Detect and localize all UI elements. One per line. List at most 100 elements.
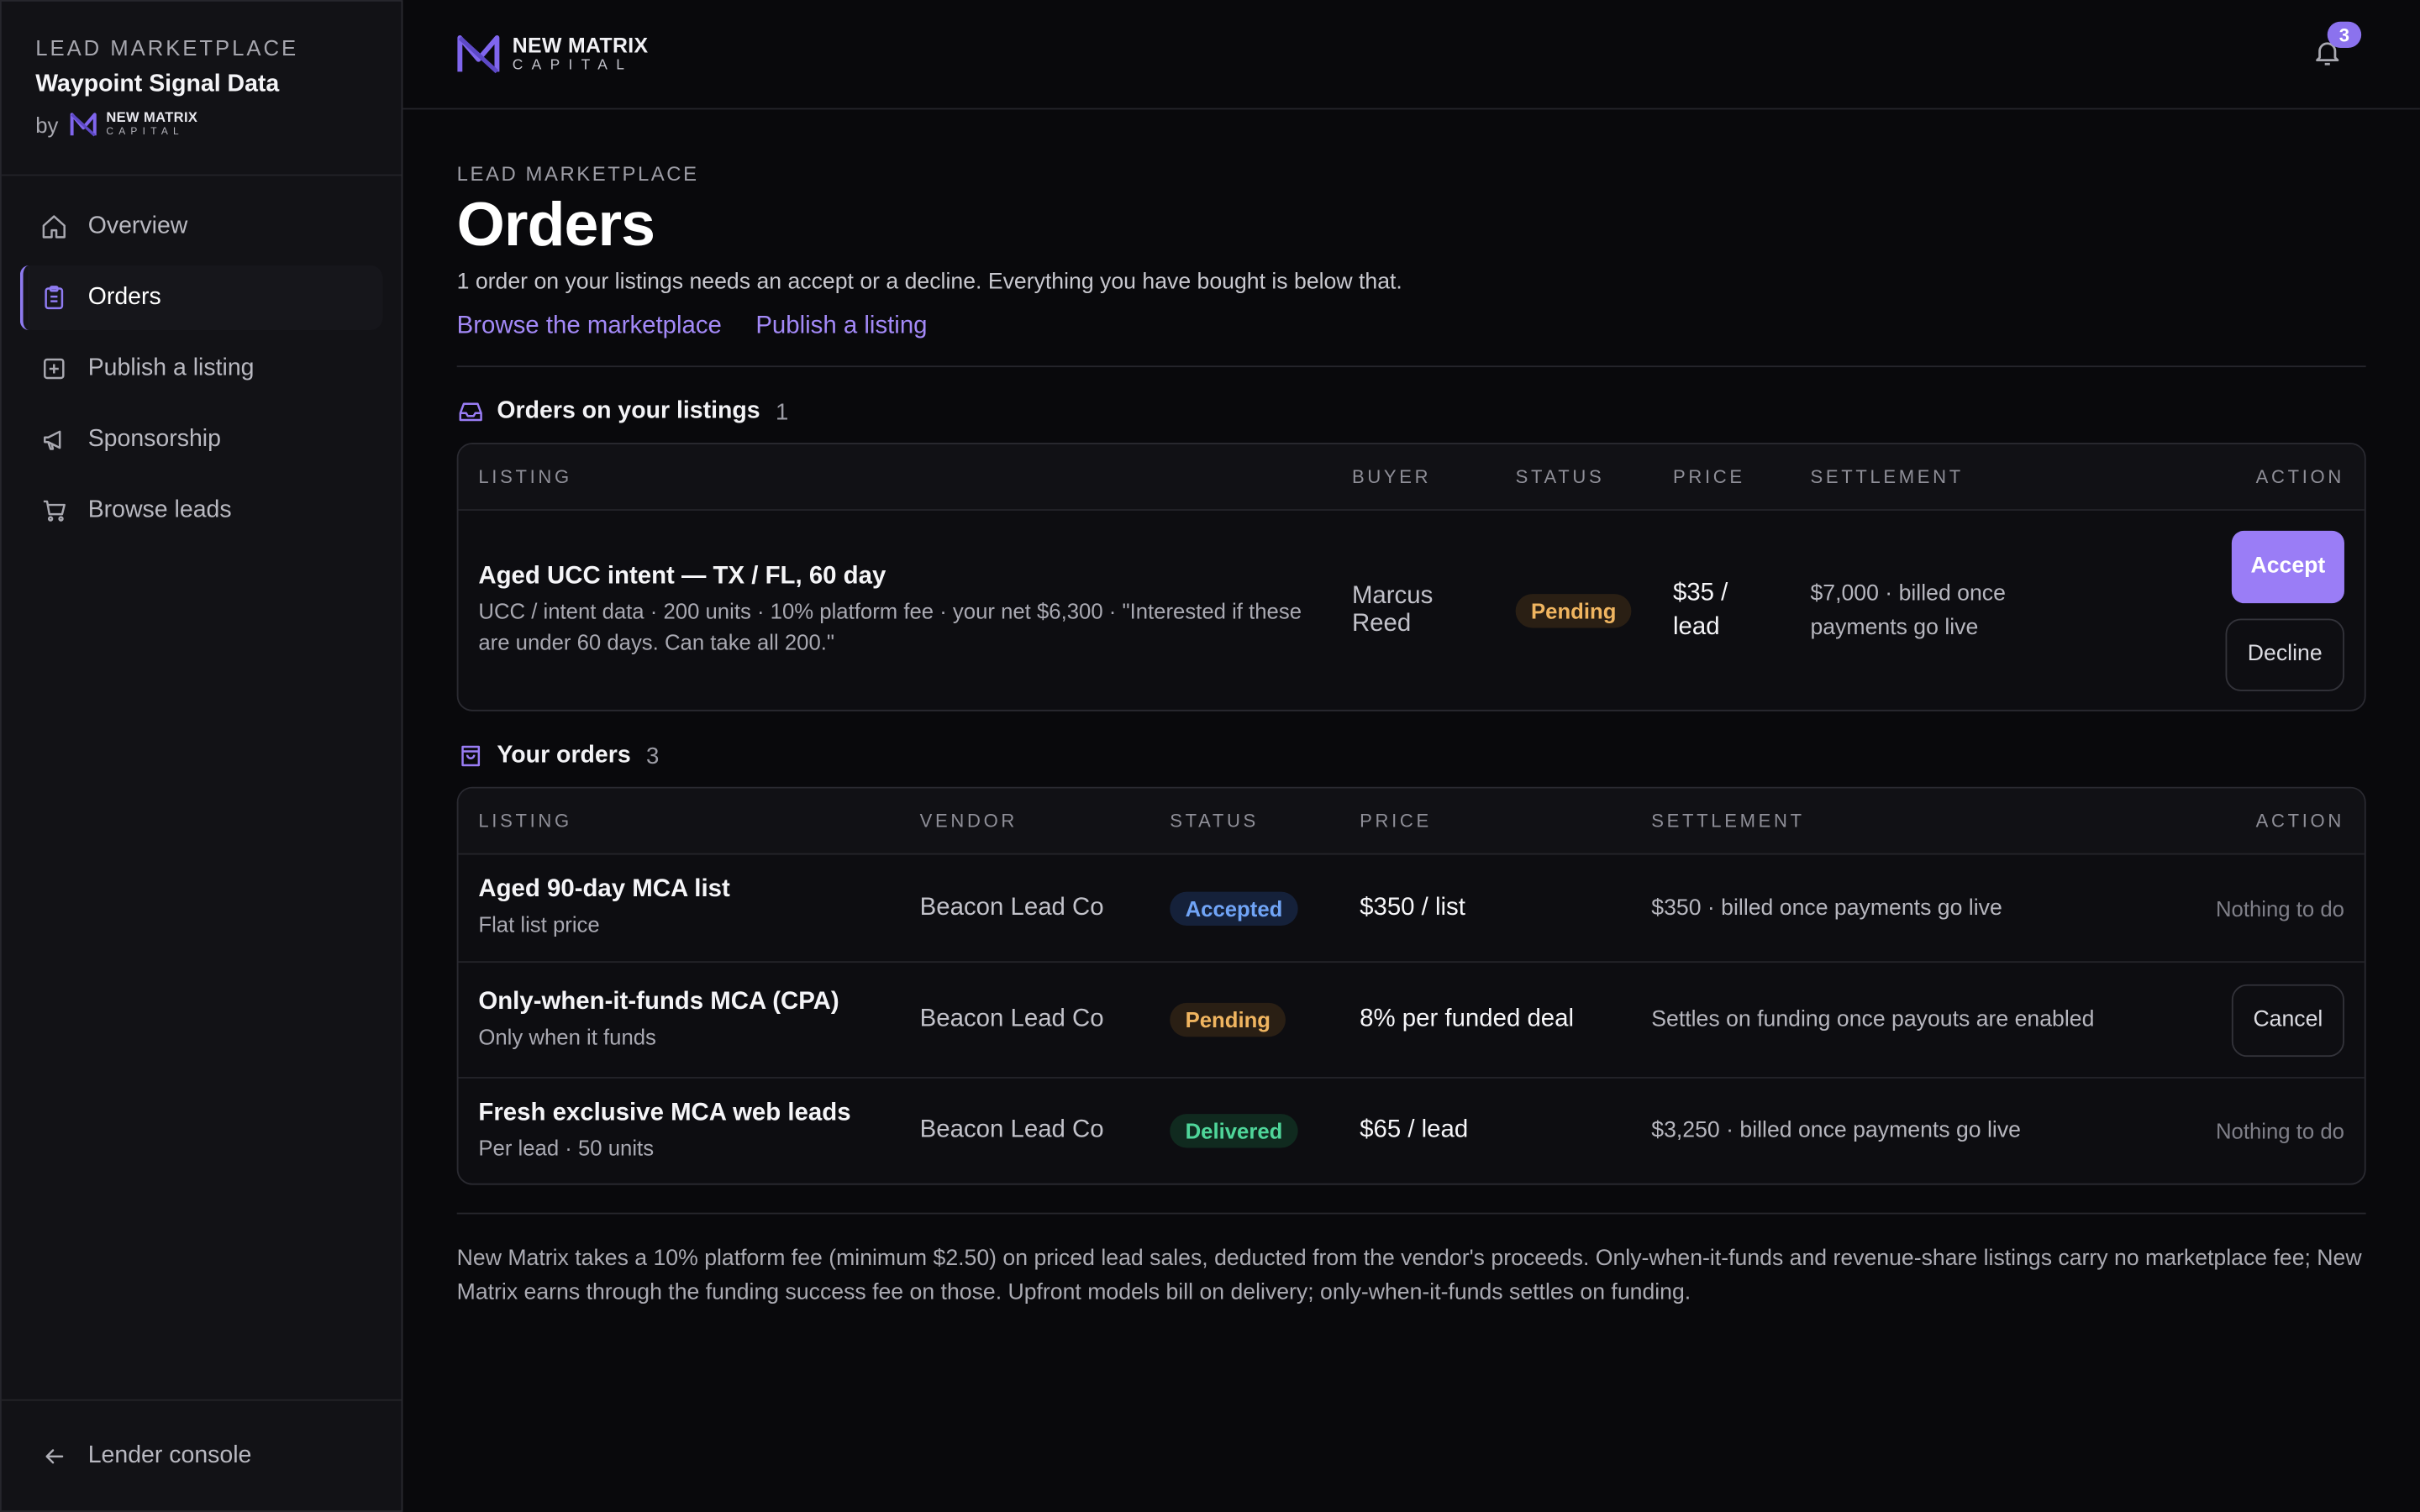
vendor-name: Beacon Lead Co: [919, 894, 1104, 921]
col-settlement: SETTLEMENT: [1810, 465, 1964, 488]
clipboard-icon: [39, 282, 70, 313]
new-matrix-mini-logo: NEW MATRIX CAPITAL: [69, 110, 197, 138]
section-orders-on-listings: Orders on your listings 1: [457, 398, 2366, 426]
status-cell: Pending: [1515, 593, 1673, 627]
matrix-logo-icon: [70, 112, 97, 136]
price-value: $65 / lead: [1360, 1116, 1469, 1143]
col-settlement: SETTLEMENT: [1651, 810, 1805, 832]
mini-logo-line2: CAPITAL: [106, 126, 184, 138]
settlement-value: $7,000 · billed once payments go live: [1810, 580, 2006, 640]
table-header: LISTING VENDOR STATUS PRICE SETTLEMENT A…: [458, 788, 2365, 853]
sidebar-item-label: Sponsorship: [87, 425, 221, 453]
sidebar-item-overview[interactable]: Overview: [20, 194, 383, 259]
status-cell: Pending: [1170, 1002, 1360, 1037]
cancel-button[interactable]: Cancel: [2231, 983, 2344, 1057]
listing-title: Aged 90-day MCA list: [478, 876, 730, 903]
table-row: Aged UCC intent — TX / FL, 60 day UCC / …: [458, 509, 2365, 710]
vendor-name: Beacon Lead Co: [919, 1116, 1104, 1143]
sidebar-item-label: Browse leads: [87, 496, 232, 523]
inbox-icon: [459, 402, 482, 422]
app-root: LEAD MARKETPLACE Waypoint Signal Data by…: [0, 0, 2420, 1512]
arrow-left-icon: [39, 1441, 70, 1472]
by-label: by: [35, 112, 59, 138]
table-row: Only-when-it-funds MCA (CPA) Only when i…: [458, 961, 2365, 1077]
listing-title: Fresh exclusive MCA web leads: [478, 1099, 851, 1126]
page-title: Orders: [456, 191, 655, 260]
col-listing: LISTING: [478, 465, 572, 488]
listing-orders-table: LISTING BUYER STATUS PRICE SETTLEMENT AC…: [456, 443, 2366, 711]
action-text: Nothing to do: [2215, 1118, 2344, 1143]
page-lede: 1 order on your listings needs an accept…: [456, 270, 1402, 295]
action-cell: Cancel: [2160, 983, 2344, 1057]
sidebar-item-label: Overview: [87, 213, 188, 239]
lender-console-label: Lender console: [87, 1441, 252, 1468]
page-links: Browse the marketplace Publish a listing: [457, 313, 2366, 341]
sidebar-item-orders[interactable]: Orders: [19, 265, 383, 331]
shopping-bag-icon: [461, 745, 481, 767]
col-status: STATUS: [1515, 465, 1605, 488]
megaphone-icon: [39, 424, 70, 455]
listing-title: Aged UCC intent — TX / FL, 60 day: [478, 563, 886, 590]
workspace-name: Waypoint Signal Data: [35, 71, 280, 97]
logo-line1: NEW MATRIX: [512, 33, 649, 57]
topbar: NEW MATRIX CAPITAL 3: [402, 0, 2420, 110]
col-action: ACTION: [2255, 465, 2344, 488]
price-value: $350 / list: [1360, 894, 1465, 921]
vendor-name: Beacon Lead Co: [919, 1005, 1104, 1032]
sidebar-brand: LEAD MARKETPLACE Waypoint Signal Data by…: [1, 2, 402, 176]
action-text: Nothing to do: [2215, 895, 2344, 921]
sidebar-item-browse-leads[interactable]: Browse leads: [20, 478, 383, 543]
price-value: $35 / lead: [1672, 579, 1728, 640]
notification-count-badge: 3: [2327, 21, 2362, 48]
cart-icon: [39, 496, 70, 527]
col-listing: LISTING: [478, 810, 572, 832]
lender-console-link[interactable]: Lender console: [20, 1423, 383, 1488]
listing-subtitle: Flat list price: [478, 911, 600, 937]
sidebar-item-label: Orders: [87, 283, 161, 311]
listing-cell: Fresh exclusive MCA web leads Per lead ·…: [478, 1100, 919, 1163]
divider: [456, 365, 2366, 368]
decline-button[interactable]: Decline: [2225, 617, 2344, 690]
status-cell: Delivered: [1170, 1114, 1360, 1148]
action-cell: Accept Decline: [2119, 529, 2344, 690]
sidebar-item-sponsorship[interactable]: Sponsorship: [20, 407, 383, 472]
table-header: LISTING BUYER STATUS PRICE SETTLEMENT AC…: [458, 444, 2365, 510]
section-your-orders: Your orders 3: [457, 742, 2366, 769]
listing-subtitle: Only when it funds: [478, 1023, 656, 1049]
settlement-value: Settles on funding once payouts are enab…: [1651, 1007, 2095, 1032]
sidebar-footer: Lender console: [1, 1399, 402, 1510]
main-content: LEAD MARKETPLACE Orders 1 order on your …: [456, 162, 2366, 1310]
status-badge: Accepted: [1170, 890, 1298, 926]
col-vendor: VENDOR: [919, 810, 1018, 832]
accept-button[interactable]: Accept: [2231, 529, 2344, 603]
table-row: Fresh exclusive MCA web leads Per lead ·…: [458, 1077, 2365, 1184]
logo-line2: CAPITAL: [512, 56, 634, 75]
listing-subtitle: Per lead · 50 units: [478, 1134, 655, 1160]
settlement-value: $3,250 · billed once payments go live: [1651, 1118, 2021, 1143]
listing-cell: Aged UCC intent — TX / FL, 60 day UCC / …: [478, 563, 1352, 657]
col-status: STATUS: [1170, 810, 1259, 832]
section-title: Your orders: [497, 742, 631, 769]
section-count: 1: [775, 398, 789, 426]
listing-cell: Aged 90-day MCA list Flat list price: [478, 876, 919, 939]
sidebar-item-publish[interactable]: Publish a listing: [20, 336, 383, 401]
table-row: Aged 90-day MCA list Flat list price Bea…: [458, 853, 2365, 962]
buyer-name: Marcus Reed: [1351, 582, 1434, 637]
status-badge: Delivered: [1170, 1114, 1298, 1148]
brand-kicker: LEAD MARKETPLACE: [35, 35, 299, 60]
col-action: ACTION: [2255, 810, 2344, 832]
plus-square-icon: [39, 354, 70, 385]
fee-footnote: New Matrix takes a 10% platform fee (min…: [456, 1212, 2366, 1310]
browse-marketplace-link[interactable]: Browse the marketplace: [457, 313, 722, 341]
status-badge: Pending: [1515, 593, 1632, 627]
listing-cell: Only-when-it-funds MCA (CPA) Only when i…: [478, 988, 919, 1051]
sidebar-nav: Overview Orders Publish a listing Sponso…: [2, 176, 402, 543]
publish-listing-link[interactable]: Publish a listing: [755, 313, 927, 341]
listing-subtitle: UCC / intent data · 200 units · 10% plat…: [478, 598, 1302, 654]
sidebar-item-label: Publish a listing: [87, 354, 255, 381]
new-matrix-logo[interactable]: NEW MATRIX CAPITAL: [457, 33, 649, 75]
col-buyer: BUYER: [1351, 465, 1432, 488]
status-badge: Pending: [1170, 1002, 1286, 1037]
your-orders-table: LISTING VENDOR STATUS PRICE SETTLEMENT A…: [456, 786, 2366, 1185]
brand-by: by NEW MATRIX CAPITAL: [35, 110, 367, 138]
